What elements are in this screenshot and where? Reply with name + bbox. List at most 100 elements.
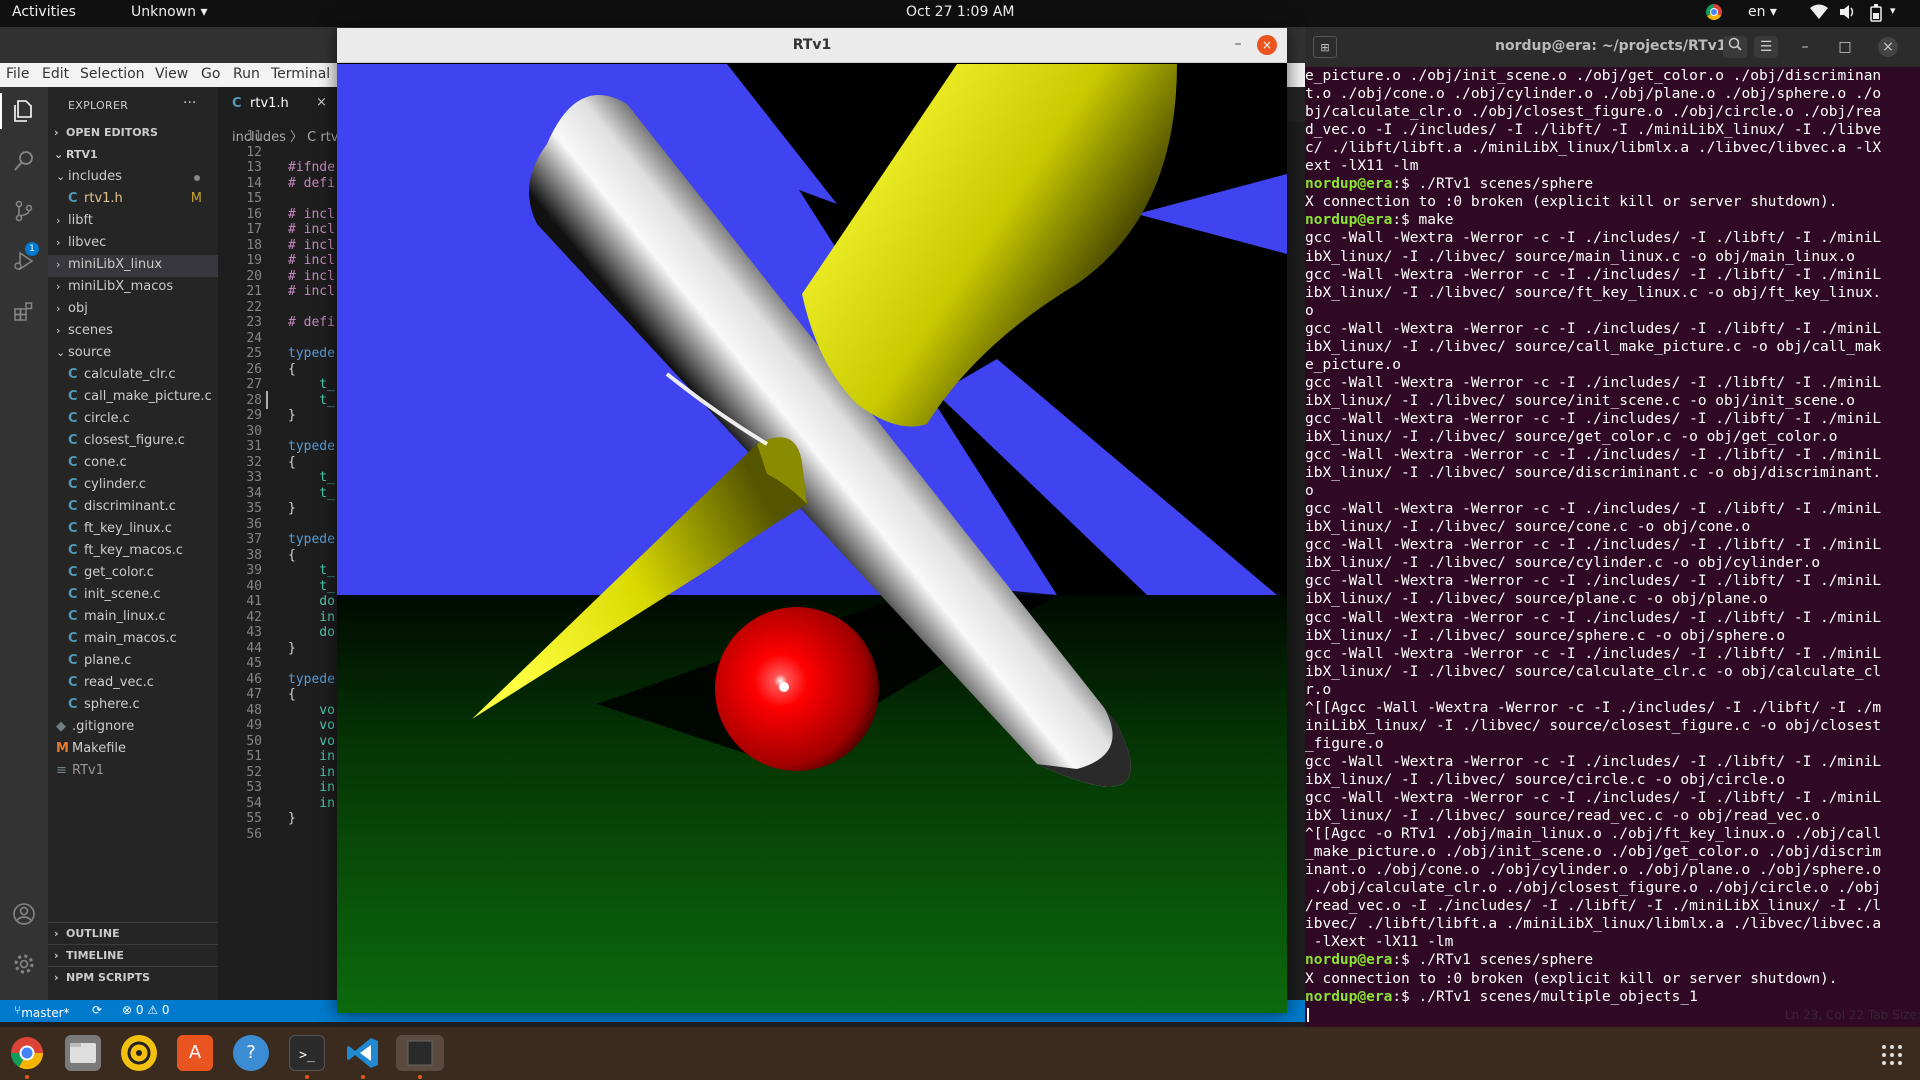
file-tree-item[interactable]: Ccall_make_picture.c <box>48 386 218 408</box>
file-tree-item[interactable]: Cget_color.c <box>48 562 218 584</box>
file-tree-item[interactable]: Ccylinder.c <box>48 474 218 496</box>
code-line: t_ <box>288 578 335 594</box>
close-icon[interactable]: × <box>1878 37 1898 57</box>
hamburger-menu-icon[interactable]: ☰ <box>1754 36 1778 58</box>
open-editors-section[interactable]: › OPEN EDITORS <box>48 122 218 144</box>
menu-go[interactable]: Go <box>201 66 220 82</box>
file-tree-item[interactable]: Cdiscriminant.c <box>48 496 218 518</box>
file-tree-item[interactable]: Cinit_scene.c <box>48 584 218 606</box>
app-menu[interactable]: Unknown ▾ <box>131 4 207 20</box>
chrome-tray-icon[interactable] <box>1706 4 1722 20</box>
system-menu-chevron-icon[interactable]: ▾ <box>1890 4 1896 17</box>
explorer-icon[interactable] <box>12 99 36 123</box>
file-tree-item[interactable]: Crtv1.h M <box>48 188 218 210</box>
file-tree-item[interactable]: Cft_key_macos.c <box>48 540 218 562</box>
language-indicator[interactable]: en ▾ <box>1748 4 1777 20</box>
battery-icon[interactable] <box>1870 4 1882 26</box>
menu-file[interactable]: File <box>6 66 29 82</box>
file-tree-item[interactable]: › obj <box>48 298 218 320</box>
menu-selection[interactable]: Selection <box>80 66 145 82</box>
scene-sphere <box>715 607 879 771</box>
file-tree-item[interactable]: ≡ RTv1 <box>48 760 218 782</box>
file-tree-item[interactable]: Cft_key_linux.c <box>48 518 218 540</box>
vscode-icon[interactable] <box>345 1035 381 1071</box>
file-tree-item[interactable]: Cmain_macos.c <box>48 628 218 650</box>
help-icon[interactable]: ? <box>233 1035 269 1071</box>
timeline-section[interactable]: › TIMELINE <box>48 944 218 966</box>
file-tree-label: ft_key_macos.c <box>84 543 183 558</box>
line-number: 26 <box>246 361 262 377</box>
file-tree-item[interactable]: Ccalculate_clr.c <box>48 364 218 386</box>
file-tree-item[interactable]: Ccircle.c <box>48 408 218 430</box>
run-debug-icon[interactable] <box>12 249 36 273</box>
running-indicator <box>25 1075 29 1079</box>
terminal-search-icon[interactable] <box>1723 36 1747 58</box>
file-tree-item[interactable]: Cplane.c <box>48 650 218 672</box>
file-tree-item[interactable]: Cread_vec.c <box>48 672 218 694</box>
terminal-icon[interactable]: >_ <box>289 1035 325 1071</box>
minimize-icon[interactable]: – <box>1793 36 1817 58</box>
close-icon[interactable]: × <box>1257 35 1277 55</box>
terminal-output[interactable]: e_picture.o ./obj/init_scene.o ./obj/get… <box>1305 67 1920 1027</box>
rtv1-root-folder[interactable]: ⌄ RTV1 <box>48 144 218 166</box>
rhythmbox-icon[interactable] <box>121 1035 157 1071</box>
explorer-more-icon[interactable]: ··· <box>183 95 196 111</box>
file-tree-item[interactable]: M Makefile <box>48 738 218 760</box>
terminal-line: ext -lX11 -lm <box>1305 157 1419 175</box>
volume-icon[interactable] <box>1839 4 1857 24</box>
wifi-icon[interactable] <box>1810 4 1828 24</box>
code-line: vo <box>288 718 335 733</box>
new-tab-icon[interactable]: ⊞ <box>1313 36 1337 58</box>
search-icon[interactable] <box>12 149 36 173</box>
activities-button[interactable]: Activities <box>12 4 76 20</box>
file-tree-item[interactable]: Cclosest_figure.c <box>48 430 218 452</box>
clock[interactable]: Oct 27 1:09 AM <box>906 4 1014 20</box>
minimize-icon[interactable]: – <box>1228 34 1248 54</box>
file-tree-item[interactable]: Cmain_linux.c <box>48 606 218 628</box>
line-number: 28 <box>246 392 262 408</box>
file-tree-item[interactable]: Csphere.c <box>48 694 218 716</box>
account-icon[interactable] <box>12 902 36 926</box>
tab-rtv1-h[interactable]: C rtv1.h × <box>218 87 338 122</box>
file-tree-item[interactable]: ⌄ includes <box>48 166 218 188</box>
file-tree-item[interactable]: ◆ .gitignore <box>48 716 218 738</box>
menu-run[interactable]: Run <box>233 66 260 82</box>
sync-icon[interactable]: ⟳ <box>92 1003 102 1017</box>
status-position-text: Ln 23, Col 22 Tab Size: 4 UTF-8 LF C++ L… <box>1785 1008 1920 1022</box>
terminal-window: ⊞ nordup@era: ~/projects/RTv1 ☰ – □ × e_… <box>1305 27 1920 1027</box>
menu-view[interactable]: View <box>155 66 188 82</box>
software-icon[interactable]: A <box>177 1035 213 1071</box>
terminal-prompt: nordup@era <box>1305 952 1393 969</box>
terminal-text: bj/calculate_clr.o ./obj/closest_figure.… <box>1305 104 1882 121</box>
terminal-text: gcc -Wall -Wextra -Werror -c -I ./includ… <box>1305 230 1882 247</box>
problems-indicator[interactable]: ⊗ 0 ⚠ 0 <box>122 1003 170 1017</box>
file-tree-item[interactable]: › scenes <box>48 320 218 342</box>
outline-section[interactable]: › OUTLINE <box>48 922 218 944</box>
files-icon[interactable] <box>65 1035 101 1071</box>
line-number: 18 <box>246 237 262 253</box>
c-file-icon: C <box>68 433 78 448</box>
file-tree-item[interactable]: › miniLibX_linux <box>48 254 218 276</box>
rtv1-icon[interactable] <box>396 1035 444 1071</box>
chevron-right-icon: › <box>56 214 61 227</box>
npm-scripts-section[interactable]: › NPM SCRIPTS <box>48 966 218 988</box>
terminal-text: gcc -Wall -Wextra -Werror -c -I ./includ… <box>1305 790 1882 806</box>
terminal-line: _make_picture.o ./obj/init_scene.o ./obj… <box>1305 843 1881 861</box>
chrome-icon[interactable] <box>9 1035 45 1071</box>
tab-close-icon[interactable]: × <box>316 95 327 110</box>
menu-terminal[interactable]: Terminal <box>271 66 330 82</box>
file-tree-item[interactable]: › libvec <box>48 232 218 254</box>
file-tree-item[interactable]: ⌄ source <box>48 342 218 364</box>
maximize-icon[interactable]: □ <box>1833 36 1857 58</box>
settings-gear-icon[interactable] <box>12 952 36 976</box>
file-tree-item[interactable]: › miniLibX_macos <box>48 276 218 298</box>
file-tree-item[interactable]: Ccone.c <box>48 452 218 474</box>
c-file-icon: C <box>68 631 78 646</box>
show-applications-icon[interactable] <box>1880 1043 1904 1067</box>
rtv1-titlebar: RTv1 – × <box>337 28 1287 63</box>
file-tree-item[interactable]: › libft <box>48 210 218 232</box>
extensions-icon[interactable] <box>12 299 36 323</box>
menu-edit[interactable]: Edit <box>42 66 69 82</box>
branch-indicator[interactable]: ⑂ master* <box>14 1003 70 1020</box>
source-control-icon[interactable] <box>12 199 36 223</box>
